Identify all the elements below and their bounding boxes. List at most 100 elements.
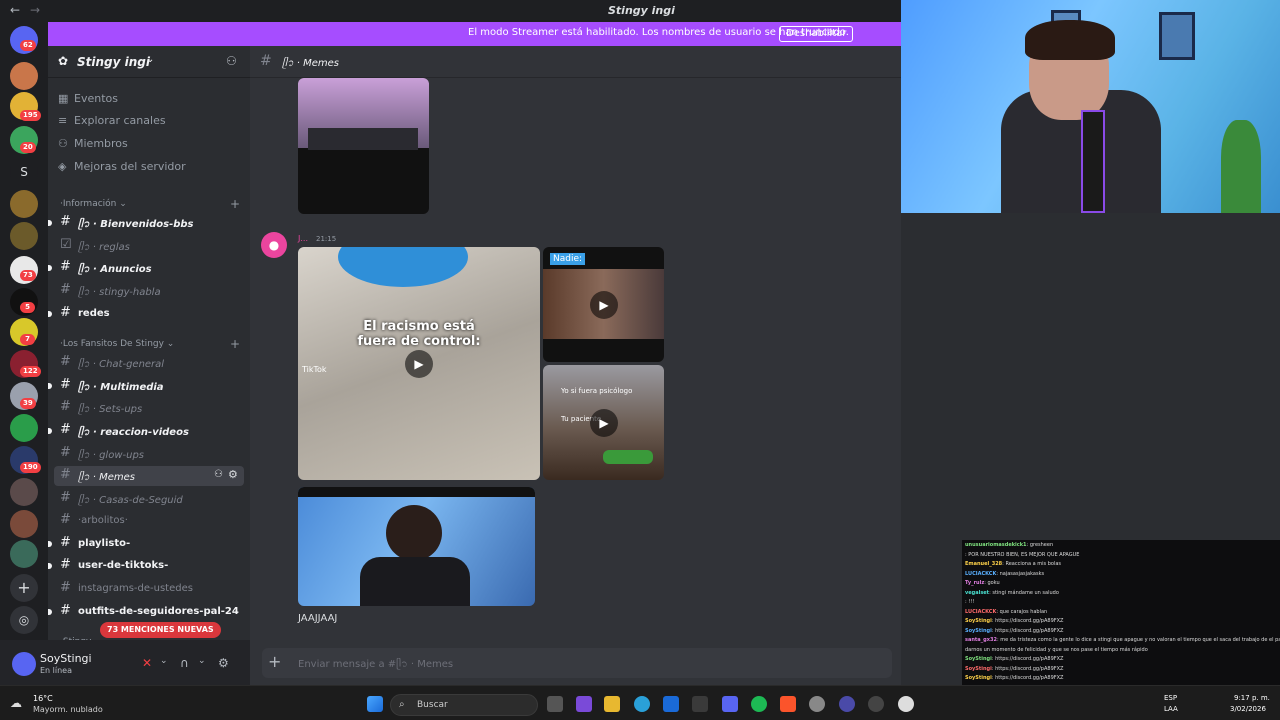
discord-icon[interactable]	[722, 696, 738, 712]
channel-bienvenidos[interactable]: # ᥫ᭡ · Bienvenidos-bbs	[48, 213, 244, 233]
forward-arrow-icon[interactable]: →	[30, 3, 40, 17]
server-header[interactable]: ✿ Stingy ingi ⌄ ⚇	[48, 46, 250, 78]
server-icon[interactable]	[10, 478, 38, 506]
channel-label: ᥫ᭡ · reaccion-videos	[78, 427, 189, 438]
file-explorer-icon[interactable]	[604, 696, 620, 712]
edge-icon[interactable]	[634, 696, 650, 712]
disable-streamer-button[interactable]: Deshabilitar	[779, 26, 854, 42]
sidebar-item-miembros[interactable]: ⚇ Miembros	[58, 137, 128, 150]
clock-date[interactable]: 3/02/2026	[1230, 705, 1266, 713]
windows-start-icon[interactable]	[367, 696, 383, 712]
message-composer[interactable]: + Enviar mensaje a #ᥫ᭡ · Memes	[262, 648, 892, 678]
channel-glow-ups[interactable]: # ᥫ᭡ · glow-ups	[54, 444, 244, 464]
channel-chat-general[interactable]: # ᥫ᭡ · Chat-general	[54, 353, 244, 373]
obs-icon[interactable]	[898, 696, 914, 712]
author-avatar[interactable]: ●	[261, 232, 287, 258]
category-informacion[interactable]: ·Información ⌄ +	[60, 197, 240, 211]
channel-label: playlisto-	[78, 538, 131, 549]
avatar[interactable]	[12, 652, 36, 676]
add-channel-icon[interactable]: +	[230, 337, 240, 351]
message-input[interactable]: Enviar mensaje a #ᥫ᭡ · Memes	[298, 657, 453, 675]
server-rail: 62 195 20 S 73 5 7 122 39 190 + ◎	[0, 22, 48, 685]
channel-memes[interactable]: # ᥫ᭡ · Memes ⚇ ⚙	[54, 466, 244, 486]
chevron-down-icon[interactable]: ⌄	[160, 656, 168, 666]
server-icon[interactable]	[10, 540, 38, 568]
invite-user-icon[interactable]: ⚇	[214, 469, 223, 480]
outlook-icon[interactable]	[663, 696, 679, 712]
new-mentions-pill[interactable]: 73 MENCIONES NUEVAS	[100, 622, 221, 638]
weather-temp[interactable]: 16°C	[33, 694, 53, 703]
language-indicator-2[interactable]: LAA	[1164, 705, 1178, 713]
video-tiktok-3[interactable]: Yo si fuera psicólogo Tu paciente ▶	[543, 365, 664, 480]
video-tiktok-2[interactable]: Nadie: ▶	[543, 247, 664, 362]
server-icon[interactable]	[10, 414, 38, 442]
spotify-icon[interactable]	[751, 696, 767, 712]
video-tag: Nadie:	[550, 253, 586, 265]
sidebar-item-eventos[interactable]: ▦ Eventos	[58, 92, 118, 105]
channel-reglas[interactable]: ☑ ᥫ᭡ · reglas	[54, 236, 244, 256]
weather-icon[interactable]: ☁	[10, 696, 22, 710]
chevron-down-icon: ⌄	[146, 54, 155, 65]
weather-desc[interactable]: Mayorm. nublado	[33, 705, 103, 714]
attachment-image[interactable]	[298, 78, 429, 214]
sidebar-item-mejoras[interactable]: ◈ Mejoras del servidor	[58, 160, 186, 173]
chat-username: SoyStingi	[965, 665, 992, 672]
add-channel-icon[interactable]: +	[230, 197, 240, 211]
channel-user-de-tiktoks[interactable]: # user-de-tiktoks-	[48, 556, 244, 576]
store-icon[interactable]	[692, 696, 708, 712]
app-icon[interactable]	[868, 696, 884, 712]
channel-label: ᥫ᭡ · Memes	[78, 472, 135, 483]
task-view-icon[interactable]	[547, 696, 563, 712]
server-icon[interactable]	[10, 190, 38, 218]
channel-sets-ups[interactable]: # ᥫ᭡ · Sets-ups	[54, 398, 244, 418]
video-tiktok-1[interactable]: El racismo está fuera de control: TikTok…	[298, 247, 540, 480]
hash-icon: #	[60, 214, 71, 229]
channel-casas[interactable]: # ᥫ᭡ · Casas-de-Seguid	[54, 489, 244, 509]
server-icon[interactable]	[10, 510, 38, 538]
chat-username: santa_gx32	[965, 637, 997, 643]
discover-icon[interactable]: ◎	[10, 606, 38, 634]
invite-user-icon[interactable]: ⚇	[226, 54, 237, 68]
server-icon[interactable]	[10, 222, 38, 250]
chat-username: SoyStingi	[965, 618, 992, 624]
hash-icon: #	[260, 53, 272, 69]
play-icon[interactable]: ▶	[405, 350, 433, 378]
gear-icon[interactable]: ⚙	[228, 468, 238, 481]
category-fansitos[interactable]: ·Los Fansitos De Stingy ⌄ +	[60, 337, 240, 351]
attachment-image[interactable]	[298, 487, 535, 606]
message-text: JAAJJAAJ	[298, 613, 338, 624]
sidebar-item-explorar[interactable]: ≡ Explorar canales	[58, 114, 166, 127]
back-arrow-icon[interactable]: ←	[10, 3, 20, 17]
channel-anuncios[interactable]: # ᥫ᭡ · Anuncios	[48, 258, 244, 278]
channel-reaccion-videos[interactable]: # ᥫ᭡ · reaccion-videos	[48, 421, 244, 441]
server-icon[interactable]	[10, 62, 38, 90]
gear-icon[interactable]: ⚙	[218, 656, 229, 670]
channel-redes[interactable]: # redes	[48, 304, 244, 324]
language-indicator[interactable]: ESP	[1164, 694, 1177, 702]
app-icon[interactable]	[576, 696, 592, 712]
settings-icon[interactable]	[809, 696, 825, 712]
play-icon[interactable]: ▶	[590, 291, 618, 319]
brave-icon[interactable]	[780, 696, 796, 712]
attach-plus-icon[interactable]: +	[268, 652, 281, 671]
message-author[interactable]: J...	[298, 234, 308, 243]
channel-instagrams[interactable]: # instagrams-de-ustedes	[54, 579, 244, 599]
chevron-down-icon[interactable]: ⌄	[198, 656, 206, 666]
channel-arbolitos[interactable]: # ·arbolitos·	[54, 511, 244, 531]
hash-icon: #	[60, 305, 71, 320]
server-letter-icon[interactable]: S	[10, 158, 38, 186]
add-server-icon[interactable]: +	[10, 574, 38, 602]
channel-multimedia[interactable]: # ᥫ᭡ · Multimedia	[48, 376, 244, 396]
channel-playlisto[interactable]: # playlisto-	[48, 534, 244, 554]
channel-stingy-habla[interactable]: # ᥫ᭡ · stingy-habla	[54, 281, 244, 301]
chat-text: : goku	[984, 580, 1000, 586]
play-icon[interactable]: ▶	[590, 409, 618, 437]
mic-muted-icon[interactable]: ✕	[142, 656, 152, 670]
headphones-icon[interactable]: ∩	[180, 656, 189, 670]
clock-time[interactable]: 9:17 p. m.	[1234, 694, 1270, 702]
channel-outfits[interactable]: # outfits-de-seguidores-pal-24	[48, 602, 244, 622]
taskbar-search[interactable]: ⌕ Buscar	[390, 694, 538, 716]
username[interactable]: SoyStingi	[40, 652, 92, 665]
app-icon[interactable]	[839, 696, 855, 712]
hash-icon: #	[60, 603, 71, 618]
